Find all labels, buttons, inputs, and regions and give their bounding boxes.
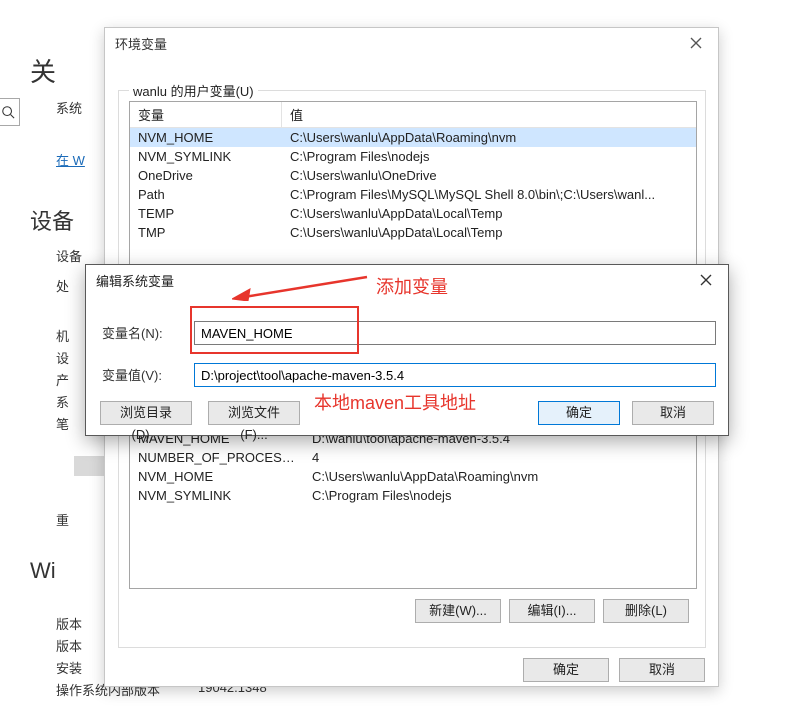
cell-var-name: NUMBER_OF_PROCESSORS	[130, 448, 304, 467]
table-row[interactable]: NVM_HOMEC:\Users\wanlu\AppData\Roaming\n…	[130, 128, 696, 147]
cell-var-name: Path	[130, 185, 282, 204]
env-cancel-button[interactable]: 取消	[619, 658, 705, 682]
cell-var-value: C:\Users\wanlu\AppData\Roaming\nvm	[304, 467, 696, 486]
cell-var-value: 4	[304, 448, 696, 467]
env-close-button[interactable]	[680, 32, 712, 54]
browse-file-button[interactable]: 浏览文件(F)...	[208, 401, 300, 425]
table-row[interactable]: NVM_SYMLINKC:\Program Files\nodejs	[130, 486, 696, 505]
cell-var-name: NVM_SYMLINK	[130, 147, 282, 166]
env-ok-button[interactable]: 确定	[523, 658, 609, 682]
user-variables-table[interactable]: 变量 值 NVM_HOMEC:\Users\wanlu\AppData\Roam…	[129, 101, 697, 285]
bg-rename-label: 重	[56, 510, 69, 529]
variable-value-input[interactable]	[194, 363, 716, 387]
variable-name-label: 变量名(N):	[102, 323, 192, 342]
table-row[interactable]: OneDriveC:\Users\wanlu\OneDrive	[130, 166, 696, 185]
close-icon	[690, 37, 702, 49]
cell-var-value: C:\Program Files\MySQL\MySQL Shell 8.0\b…	[282, 185, 696, 204]
bg-sett-label: 设	[56, 348, 69, 367]
table-row[interactable]: NVM_SYMLINKC:\Program Files\nodejs	[130, 147, 696, 166]
sys-new-button[interactable]: 新建(W)...	[415, 599, 501, 623]
bg-ver2-label: 版本	[56, 636, 82, 655]
table-row[interactable]: TEMPC:\Users\wanlu\AppData\Local\Temp	[130, 204, 696, 223]
cell-var-name: NVM_HOME	[130, 467, 304, 486]
cell-var-value: C:\Program Files\nodejs	[304, 486, 696, 505]
cell-var-name: TEMP	[130, 204, 282, 223]
table-row[interactable]: NUMBER_OF_PROCESSORS4	[130, 448, 696, 467]
col-header-value[interactable]: 值	[282, 102, 696, 128]
search-icon	[1, 105, 15, 119]
table-row[interactable]: NVM_HOMEC:\Users\wanlu\AppData\Roaming\n…	[130, 467, 696, 486]
env-dialog-title: 环境变量	[115, 34, 167, 53]
cell-var-name: NVM_SYMLINK	[130, 486, 304, 505]
bg-about-header: 关	[30, 52, 56, 89]
bg-link-windows[interactable]: 在 W	[56, 150, 85, 169]
sys-delete-button[interactable]: 删除(L)	[603, 599, 689, 623]
annotation-maven-path: 本地maven工具地址	[314, 389, 476, 415]
table-row[interactable]: TMPC:\Users\wanlu\AppData\Local\Temp	[130, 223, 696, 242]
bg-prod-label: 产	[56, 370, 69, 389]
system-variables-table[interactable]: JAVA_HOMED:\wanlu\tool\jdk1.8.0_191\jdk1…	[129, 409, 697, 589]
table-row[interactable]: PathC:\Program Files\MySQL\MySQL Shell 8…	[130, 185, 696, 204]
edit-cancel-button[interactable]: 取消	[632, 401, 714, 425]
bg-pen-label: 笔	[56, 414, 69, 433]
bg-install-label: 安装	[56, 658, 82, 677]
sys-edit-button[interactable]: 编辑(I)...	[509, 599, 595, 623]
bg-winspec-header: Wi	[30, 558, 56, 584]
cell-var-value: C:\Users\wanlu\OneDrive	[282, 166, 696, 185]
bg-gray-highlight	[74, 456, 108, 476]
cell-var-value: C:\Program Files\nodejs	[282, 147, 696, 166]
cell-var-value: C:\Users\wanlu\AppData\Roaming\nvm	[282, 128, 696, 147]
cell-var-value: C:\Users\wanlu\AppData\Local\Temp	[282, 204, 696, 223]
bg-cpu-label: 处	[56, 276, 69, 295]
env-titlebar: 环境变量	[105, 28, 718, 58]
bg-device-label: 设备	[56, 246, 82, 265]
annotation-add-var: 添加变量	[376, 273, 448, 299]
bg-machine-label: 机	[56, 326, 69, 345]
col-header-variable[interactable]: 变量	[130, 102, 282, 128]
cell-var-name: NVM_HOME	[130, 128, 282, 147]
edit-dialog-title: 编辑系统变量	[96, 271, 174, 290]
browse-directory-button[interactable]: 浏览目录(D)...	[100, 401, 192, 425]
variable-value-label: 变量值(V):	[102, 365, 192, 384]
cell-var-name: TMP	[130, 223, 282, 242]
search-input-collapsed[interactable]	[0, 98, 20, 126]
table-header: 变量 值	[130, 102, 696, 128]
variable-name-input[interactable]	[194, 321, 716, 345]
bg-systems-label: 系统	[56, 98, 82, 117]
cell-var-value: C:\Users\wanlu\AppData\Local\Temp	[282, 223, 696, 242]
edit-ok-button[interactable]: 确定	[538, 401, 620, 425]
cell-var-name: OneDrive	[130, 166, 282, 185]
bg-devices-header: 设备	[30, 204, 74, 236]
close-icon	[700, 274, 712, 286]
edit-close-button[interactable]	[690, 269, 722, 291]
bg-version-label: 版本	[56, 614, 82, 633]
user-vars-legend: wanlu 的用户变量(U)	[129, 81, 258, 100]
bg-sys-label: 系	[56, 392, 69, 411]
